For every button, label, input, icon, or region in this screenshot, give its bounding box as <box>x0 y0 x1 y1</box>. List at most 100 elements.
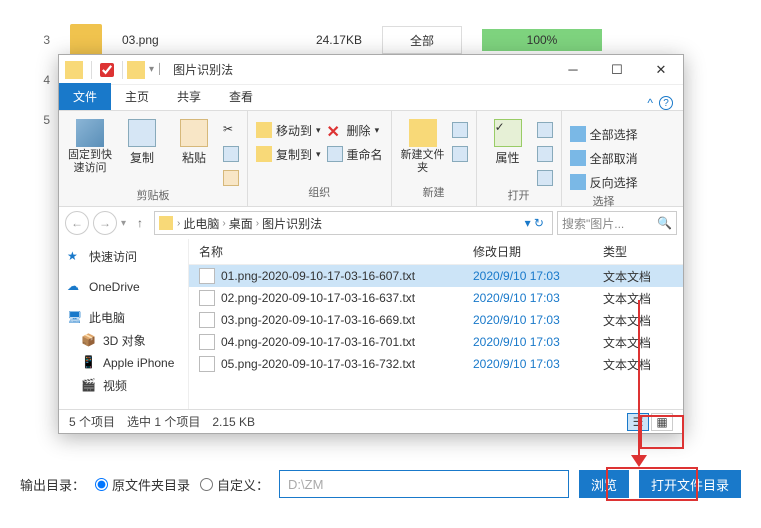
file-row[interactable]: 04.png-2020-09-10-17-03-16-701.txt2020/9… <box>189 331 683 353</box>
folder-icon <box>256 146 272 162</box>
ribbon-group-organize: 移动到▾ 复制到▾ ✕删除▾ 重命名 组织 <box>248 111 392 206</box>
properties-button[interactable]: ✓属性 <box>485 115 531 166</box>
annotation-arrow <box>638 300 640 460</box>
copy-path-button[interactable] <box>223 143 239 165</box>
file-list: 01.png-2020-09-10-17-03-16-607.txt2020/9… <box>189 265 683 409</box>
progress-bar: 100% <box>482 29 602 51</box>
radio-original[interactable]: 原文件夹目录 <box>95 475 190 494</box>
browse-button[interactable]: 浏览 <box>579 470 629 498</box>
cut-icon: ✂ <box>223 122 239 138</box>
tree-this-pc[interactable]: 🖥此电脑 <box>59 306 188 329</box>
column-headers: 名称 修改日期 类型 <box>189 239 683 265</box>
new-item-button[interactable] <box>452 119 468 141</box>
moveto-button[interactable]: 移动到▾ <box>256 119 321 141</box>
invert-selection-button[interactable]: 反向选择 <box>570 171 638 193</box>
file-name: 01.png-2020-09-10-17-03-16-607.txt <box>221 269 473 283</box>
tree-3d-objects[interactable]: 📦3D 对象 <box>59 329 188 352</box>
delete-button[interactable]: ✕删除▾ <box>327 119 383 141</box>
tab-home[interactable]: 主页 <box>111 83 163 110</box>
file-icon <box>199 268 215 284</box>
folder-icon <box>65 61 83 79</box>
file-date: 2020/9/10 17:03 <box>473 291 603 305</box>
edit-button[interactable] <box>537 143 553 165</box>
col-type[interactable]: 类型 <box>603 243 683 260</box>
folder-icon[interactable] <box>127 61 145 79</box>
file-name: 03.png <box>122 33 222 47</box>
delete-icon: ✕ <box>327 122 343 138</box>
properties-icon: ✓ <box>494 119 522 147</box>
pin-icon <box>76 119 104 147</box>
all-button[interactable]: 全部 <box>382 26 462 54</box>
qat-checkbox[interactable] <box>100 63 114 77</box>
file-name: 03.png-2020-09-10-17-03-16-669.txt <box>221 313 473 327</box>
cut-button[interactable]: ✂ <box>223 119 239 141</box>
status-bar: 5 个项目 选中 1 个项目 2.15 KB ☰ ▦ <box>59 409 683 433</box>
ribbon-group-new: 新建文件夹 新建 <box>392 111 477 206</box>
file-type: 文本文档 <box>603 268 683 285</box>
tree-video[interactable]: 🎬视频 <box>59 374 188 397</box>
copyto-button[interactable]: 复制到▾ <box>256 143 321 165</box>
new-folder-button[interactable]: 新建文件夹 <box>400 115 446 175</box>
breadcrumb[interactable]: › 此电脑 › 桌面 › 图片识别法 ▾ ↻ <box>154 211 553 235</box>
pin-button[interactable]: 固定到快速访问 <box>67 115 113 175</box>
tab-file[interactable]: 文件 <box>59 83 111 110</box>
file-explorer-dialog: ▾ │ 图片识别法 ─ ☐ ✕ 文件 主页 共享 查看 ^? 固定到快速访问 复… <box>58 54 684 434</box>
row-number: 5 <box>30 113 50 127</box>
file-icon <box>199 356 215 372</box>
rename-button[interactable]: 重命名 <box>327 143 383 165</box>
col-name[interactable]: 名称 <box>199 243 473 260</box>
path-input[interactable]: D:\ZM <box>279 470 569 498</box>
close-button[interactable]: ✕ <box>639 55 683 85</box>
open-folder-button[interactable]: 打开文件目录 <box>639 470 741 498</box>
tree-onedrive[interactable]: ☁OneDrive <box>59 276 188 298</box>
up-button[interactable]: ↑ <box>130 213 150 233</box>
radio-custom[interactable]: 自定义： <box>200 475 269 494</box>
item-count: 5 个项目 <box>69 413 115 430</box>
history-button[interactable] <box>537 167 553 189</box>
select-all-button[interactable]: 全部选择 <box>570 123 638 145</box>
easy-access-button[interactable] <box>452 143 468 165</box>
edit-icon <box>537 146 553 162</box>
breadcrumb-desktop[interactable]: 桌面 <box>226 215 256 232</box>
col-date[interactable]: 修改日期 <box>473 243 603 260</box>
icons-view-button[interactable]: ▦ <box>651 413 673 431</box>
breadcrumb-folder[interactable]: 图片识别法 <box>259 215 325 232</box>
select-none-button[interactable]: 全部取消 <box>570 147 638 169</box>
open-button[interactable] <box>537 119 553 141</box>
file-row[interactable]: 03.png-2020-09-10-17-03-16-669.txt2020/9… <box>189 309 683 331</box>
back-button[interactable]: ← <box>65 211 89 235</box>
refresh-button[interactable]: ▾ ↻ <box>521 216 548 230</box>
forward-button[interactable]: → <box>93 211 117 235</box>
search-input[interactable]: 搜索"图片...🔍 <box>557 211 677 235</box>
tree-quick-access[interactable]: ★快速访问 <box>59 245 188 268</box>
file-type: 文本文档 <box>603 334 683 351</box>
paste-button[interactable]: 粘贴 <box>171 115 217 166</box>
cube-icon: 📦 <box>81 333 97 349</box>
address-bar: ← → ▾ ↑ › 此电脑 › 桌面 › 图片识别法 ▾ ↻ 搜索"图片...🔍 <box>59 207 683 239</box>
copy-button[interactable]: 复制 <box>119 115 165 166</box>
file-icon <box>199 312 215 328</box>
file-row[interactable]: 05.png-2020-09-10-17-03-16-732.txt2020/9… <box>189 353 683 375</box>
file-type: 文本文档 <box>603 312 683 329</box>
paste-shortcut-button[interactable] <box>223 167 239 189</box>
tree-iphone[interactable]: 📱Apple iPhone <box>59 352 188 374</box>
ribbon-group-select: 全部选择 全部取消 反向选择 选择 <box>562 111 646 206</box>
easy-access-icon <box>452 146 468 162</box>
file-row[interactable]: 02.png-2020-09-10-17-03-16-637.txt2020/9… <box>189 287 683 309</box>
folder-icon <box>159 216 173 230</box>
breadcrumb-pc[interactable]: 此电脑 <box>180 215 222 232</box>
selected-count: 选中 1 个项目 <box>127 413 200 430</box>
tab-share[interactable]: 共享 <box>163 83 215 110</box>
output-bar: 输出目录： 原文件夹目录 自定义： D:\ZM 浏览 打开文件目录 <box>20 470 741 498</box>
new-item-icon <box>452 122 468 138</box>
tab-view[interactable]: 查看 <box>215 83 267 110</box>
ribbon-help[interactable]: ^? <box>637 96 683 110</box>
open-icon <box>537 122 553 138</box>
file-row[interactable]: 01.png-2020-09-10-17-03-16-607.txt2020/9… <box>189 265 683 287</box>
file-icon <box>199 334 215 350</box>
maximize-button[interactable]: ☐ <box>595 55 639 85</box>
file-list-area: 名称 修改日期 类型 01.png-2020-09-10-17-03-16-60… <box>189 239 683 409</box>
video-icon: 🎬 <box>81 378 97 394</box>
minimize-button[interactable]: ─ <box>551 55 595 85</box>
ribbon-group-clipboard: 固定到快速访问 复制 粘贴 ✂ 剪贴板 <box>59 111 248 206</box>
